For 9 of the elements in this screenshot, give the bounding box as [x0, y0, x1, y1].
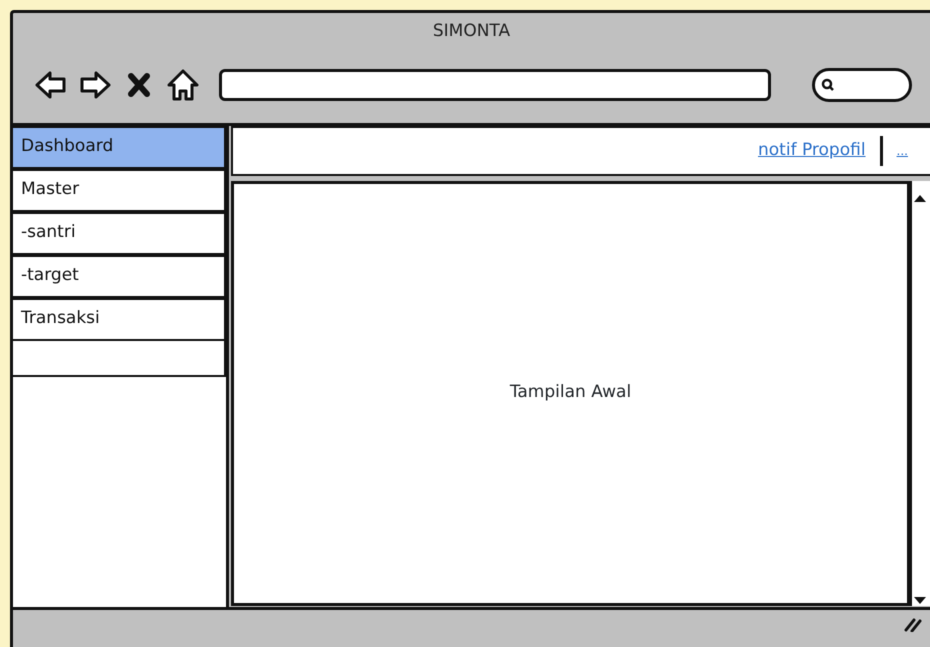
more-link[interactable]: ... — [896, 142, 908, 160]
profile-link[interactable]: notif Propofil — [758, 138, 866, 164]
window-title: SIMONTA — [432, 20, 512, 43]
sidebar-item[interactable]: Master — [13, 168, 226, 212]
sidebar-item[interactable]: -target — [13, 254, 226, 298]
content-text: Tampilan Awal — [510, 381, 632, 404]
sidebar-item[interactable]: Dashboard — [13, 126, 226, 169]
sidebar-item[interactable]: Transaksi — [13, 298, 226, 341]
sidebar-item[interactable]: -santri — [13, 212, 226, 255]
